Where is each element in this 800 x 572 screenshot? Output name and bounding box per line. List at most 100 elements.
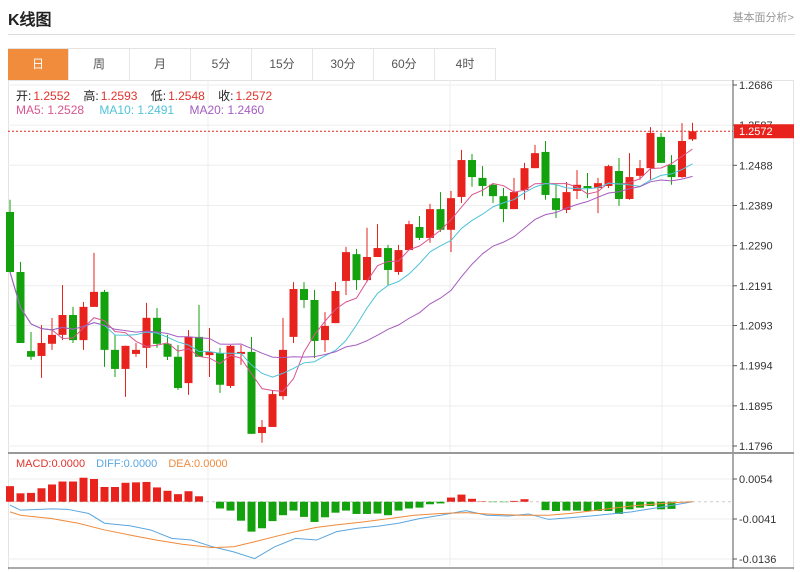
candle (541, 140, 550, 200)
macd-bar (163, 490, 172, 502)
ma-legend: MA5: 1.2528 MA10: 1.2491 MA20: 1.2460 (16, 103, 266, 117)
macd-bar (289, 501, 298, 511)
y-tick-label: 1.2093 (739, 321, 773, 333)
macd-bar (541, 501, 550, 511)
candle (636, 160, 644, 180)
candle (258, 420, 266, 443)
candle (195, 304, 203, 357)
macd-bar (604, 501, 613, 511)
macd-bar (426, 501, 434, 505)
macd-bar (174, 494, 182, 502)
candle (153, 308, 161, 348)
macd-bar (300, 501, 308, 517)
macd-bar (27, 492, 35, 502)
candle-body (352, 254, 361, 281)
candle (48, 317, 56, 350)
candle (657, 132, 665, 163)
macd-bar (468, 498, 476, 502)
macd-bar (363, 501, 371, 514)
candle-body (447, 198, 455, 230)
candle-body (615, 170, 623, 199)
candle-body (37, 342, 46, 356)
candle-body (27, 351, 35, 357)
candle (405, 220, 413, 251)
candle (363, 227, 371, 283)
candle-body (405, 224, 413, 251)
candle (226, 345, 235, 388)
candle-body (6, 211, 14, 272)
macd-bar (258, 501, 266, 529)
candle-body (90, 291, 98, 307)
ma10-line (9, 163, 693, 378)
y-tick-label: 1.1895 (739, 401, 773, 413)
macd-bar (352, 501, 361, 514)
candle-body (520, 168, 529, 191)
candle-body (268, 394, 277, 427)
macd-bar (447, 497, 455, 502)
macd-bar (562, 501, 571, 511)
candle-body (289, 289, 298, 337)
candle (6, 199, 14, 272)
ma20-line (9, 175, 693, 359)
candle (489, 183, 497, 204)
macd-bar (142, 481, 151, 502)
macd-bar (58, 481, 67, 502)
candle (342, 246, 350, 296)
macd-bar (247, 501, 256, 532)
macd-bar (237, 501, 245, 521)
candle-body (636, 168, 644, 176)
candle (394, 244, 403, 275)
candle-body (457, 160, 466, 197)
candle (27, 332, 35, 361)
candle-body (384, 248, 392, 270)
macd-bar (510, 500, 518, 502)
macd-bar (100, 487, 109, 502)
macd-bar (573, 501, 581, 511)
candle-body (415, 226, 424, 238)
candle-body (48, 334, 56, 344)
candle (352, 248, 361, 290)
close-value: 1.2572 (235, 89, 273, 103)
kline-chart[interactable]: 1.26861.25871.24881.23891.22901.21911.20… (0, 0, 800, 572)
candle-body (121, 345, 130, 369)
candle-body (552, 198, 560, 210)
macd-bar (69, 481, 77, 502)
candle-body (216, 353, 224, 385)
macd-bar (405, 501, 413, 509)
candle-body (583, 185, 592, 189)
candle (331, 282, 340, 324)
macd-bar (520, 499, 529, 502)
macd-bar (216, 501, 224, 509)
macd-bar (111, 487, 119, 502)
candle (625, 153, 634, 200)
candle (573, 170, 581, 199)
candle-body (436, 209, 445, 230)
macd-bar (342, 501, 350, 511)
candle-body (657, 136, 665, 163)
y-tick-label: 1.2686 (739, 80, 773, 92)
y-tick-label: 1.2488 (739, 160, 773, 172)
macd-y-tick-label: -0.0136 (739, 554, 776, 566)
macd-bar (48, 484, 56, 502)
macd-bar (436, 501, 445, 504)
candle (142, 302, 151, 369)
candle-body (79, 306, 88, 341)
candle-body (247, 351, 256, 434)
candle-body (153, 317, 161, 344)
y-tick-label: 1.2191 (739, 281, 773, 293)
candle (58, 284, 67, 341)
candle (310, 289, 319, 358)
macd-bar (583, 501, 592, 511)
candle-body (646, 132, 655, 169)
candle-body (300, 289, 308, 300)
candle (37, 325, 46, 378)
y-tick-label: 1.1796 (739, 441, 773, 453)
candle-body (69, 314, 77, 341)
macd-legend-value: MACD:0.0000 (16, 458, 86, 470)
macd-bar (373, 501, 382, 514)
macd-y-tick-label: -0.0041 (739, 514, 776, 526)
candle (499, 188, 508, 223)
candle (594, 177, 602, 214)
macd-bar (310, 501, 319, 522)
candle-body (541, 151, 550, 195)
